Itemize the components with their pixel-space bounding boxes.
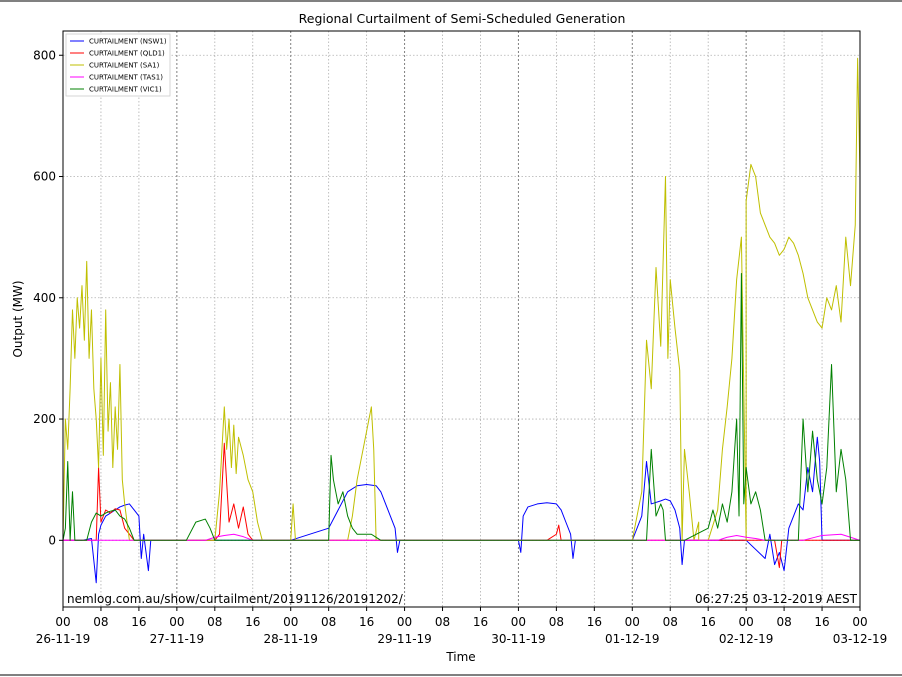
x-tick-label-16: 08 (663, 615, 678, 629)
curtailment-chart: Regional Curtailment of Semi-Scheduled G… (0, 0, 902, 677)
x-tick-label-0: 00 (55, 615, 70, 629)
x-tick-label-15: 00 (625, 615, 640, 629)
x-axis-label: Time (445, 650, 475, 664)
x-date-label-3: 29-11-19 (377, 632, 431, 646)
x-tick-label-6: 00 (283, 615, 298, 629)
x-tick-label-8: 16 (359, 615, 374, 629)
y-tick-label-1: 200 (33, 412, 56, 426)
x-date-label-7: 03-12-19 (833, 632, 887, 646)
x-tick-label-14: 16 (587, 615, 602, 629)
x-date-label-2: 28-11-19 (263, 632, 317, 646)
x-tick-label-13: 08 (549, 615, 564, 629)
x-tick-label-19: 08 (776, 615, 791, 629)
x-tick-label-7: 08 (321, 615, 336, 629)
x-date-label-1: 27-11-19 (150, 632, 204, 646)
x-tick-label-9: 00 (397, 615, 412, 629)
x-tick-label-12: 00 (511, 615, 526, 629)
chart-background (0, 0, 902, 677)
legend-label-4: CURTAILMENT (VIC1) (89, 86, 162, 94)
x-tick-label-1: 08 (93, 615, 108, 629)
x-date-label-4: 30-11-19 (491, 632, 545, 646)
x-tick-label-10: 08 (435, 615, 450, 629)
legend-label-2: CURTAILMENT (SA1) (89, 62, 160, 70)
legend-label-3: CURTAILMENT (TAS1) (89, 74, 163, 82)
source-url-footnote: nemlog.com.au/show/curtailment/20191126/… (67, 592, 404, 606)
y-tick-label-4: 800 (33, 48, 56, 62)
y-tick-label-2: 400 (33, 291, 56, 305)
legend-label-1: CURTAILMENT (QLD1) (89, 50, 165, 58)
x-date-label-6: 02-12-19 (719, 632, 773, 646)
chart-title: Regional Curtailment of Semi-Scheduled G… (299, 11, 626, 26)
legend: CURTAILMENT (NSW1) CURTAILMENT (QLD1) CURT… (65, 33, 171, 97)
x-tick-label-18: 00 (739, 615, 754, 629)
x-tick-label-5: 16 (245, 615, 260, 629)
x-tick-label-4: 08 (207, 615, 222, 629)
x-tick-label-20: 16 (814, 615, 829, 629)
x-tick-label-2: 16 (131, 615, 146, 629)
timestamp-footnote: 06:27:25 03-12-2019 AEST (695, 592, 858, 606)
x-tick-label-17: 16 (701, 615, 716, 629)
legend-label-0: CURTAILMENT (NSW1) (89, 38, 167, 46)
x-tick-label-11: 16 (473, 615, 488, 629)
x-date-label-5: 01-12-19 (605, 632, 659, 646)
chart-frame: Regional Curtailment of Semi-Scheduled G… (0, 0, 902, 677)
y-tick-label-3: 600 (33, 170, 56, 184)
x-date-label-0: 26-11-19 (36, 632, 90, 646)
y-axis-label: Output (MW) (11, 280, 25, 357)
x-tick-label-3: 00 (169, 615, 184, 629)
x-tick-label-21: 00 (852, 615, 867, 629)
y-tick-label-0: 0 (48, 533, 56, 547)
